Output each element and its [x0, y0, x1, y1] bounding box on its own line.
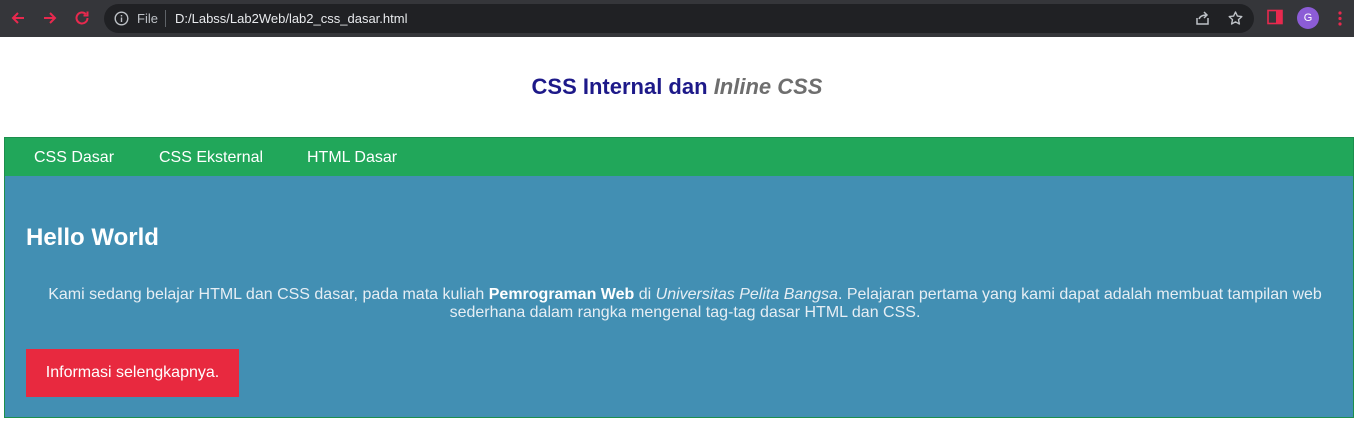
hero-text-2: di [638, 286, 652, 303]
more-menu-icon[interactable] [1333, 10, 1347, 27]
hero-heading: Hello World [26, 224, 159, 251]
browser-toolbar: File D:/Labss/Lab2Web/lab2_css_dasar.htm… [0, 0, 1354, 37]
back-button[interactable] [6, 6, 30, 30]
url-text[interactable]: D:/Labss/Lab2Web/lab2_css_dasar.html [175, 10, 407, 27]
url-divider [165, 10, 166, 27]
forward-button[interactable] [38, 6, 62, 30]
hero-text-bold: Pemrograman Web [488, 286, 635, 303]
reload-button[interactable] [70, 6, 94, 30]
reload-icon [75, 11, 89, 25]
main-nav: CSS Dasar CSS Eksternal HTML Dasar [4, 137, 1354, 177]
address-bar[interactable]: File D:/Labss/Lab2Web/lab2_css_dasar.htm… [104, 4, 1254, 33]
side-panel-icon[interactable] [1267, 9, 1283, 25]
nav-link-css-eksternal[interactable]: CSS Eksternal [159, 148, 263, 167]
nav-link-css-dasar[interactable]: CSS Dasar [34, 148, 114, 167]
more-info-button[interactable]: Informasi selengkapnya. [26, 349, 239, 397]
page-title-italic: Inline CSS [713, 74, 823, 99]
share-icon[interactable] [1194, 10, 1211, 27]
page-title: CSS Internal dan Inline CSS [0, 73, 1354, 101]
profile-avatar[interactable]: G [1297, 7, 1319, 29]
hero-section: Hello World Kami sedang belajar HTML dan… [4, 176, 1354, 418]
bookmark-star-icon[interactable] [1227, 10, 1244, 27]
hero-text-1: Kami sedang belajar HTML dan CSS dasar, … [48, 286, 485, 303]
arrow-right-icon [44, 12, 57, 24]
scheme-label: File [137, 11, 158, 26]
page-title-main: CSS Internal dan [531, 74, 708, 99]
arrow-left-icon [11, 12, 24, 24]
hero-text-italic: Universitas Pelita Bangsa [655, 286, 838, 303]
nav-link-html-dasar[interactable]: HTML Dasar [307, 148, 397, 167]
hero-paragraph: Kami sedang belajar HTML dan CSS dasar, … [25, 286, 1345, 322]
info-icon[interactable] [114, 11, 129, 26]
